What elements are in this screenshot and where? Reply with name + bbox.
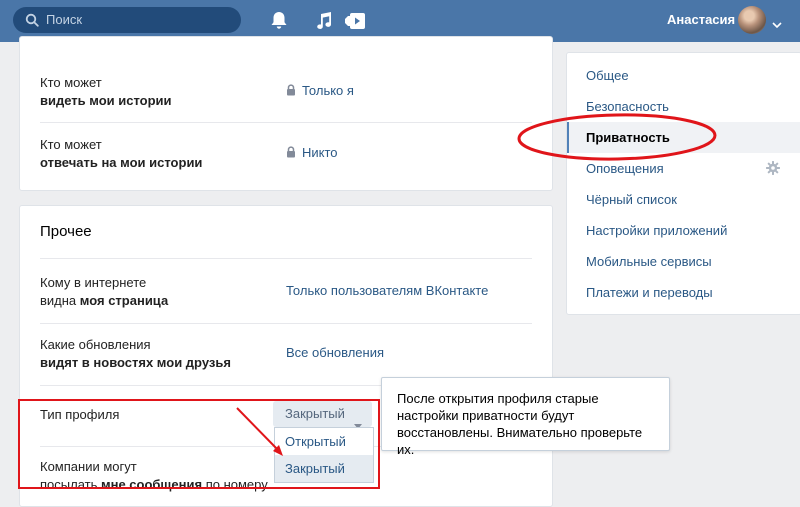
sidebar-item-blacklist[interactable]: Чёрный список xyxy=(567,184,800,215)
news-updates-label: Какие обновления видят в новостях мои др… xyxy=(40,337,231,370)
chevron-down-icon[interactable] xyxy=(772,17,782,32)
stories-reply-value[interactable]: Никто xyxy=(286,145,338,161)
companies-messages-label: Компании могут посылать мне сообщения по… xyxy=(40,459,268,492)
section-title: Прочее xyxy=(40,223,92,240)
divider xyxy=(40,122,532,123)
privacy-stories-card: Кто может видеть мои истории Только я Кт… xyxy=(19,36,553,191)
search-icon xyxy=(25,13,39,30)
page-visibility-value[interactable]: Только пользователям ВКонтакте xyxy=(286,283,488,298)
profile-type-select[interactable]: Закрытый xyxy=(273,401,372,429)
lock-icon xyxy=(286,84,296,99)
sidebar-item-app-settings[interactable]: Настройки приложений xyxy=(567,215,800,246)
settings-sidebar: Общее Безопасность Приватность Оповещени… xyxy=(566,52,800,315)
sidebar-item-general[interactable]: Общее xyxy=(567,60,800,91)
profile-type-label: Тип профиля xyxy=(40,407,120,422)
option-open[interactable]: Открытый xyxy=(275,428,373,455)
sidebar-item-payments[interactable]: Платежи и переводы xyxy=(567,277,800,308)
stories-reply-label: Кто может отвечать на мои истории xyxy=(40,137,203,170)
search-placeholder: Поиск xyxy=(46,12,83,27)
bell-icon[interactable] xyxy=(270,11,288,34)
sidebar-item-mobile-services[interactable]: Мобильные сервисы xyxy=(567,246,800,277)
user-name[interactable]: Анастасия xyxy=(667,12,735,27)
news-updates-value[interactable]: Все обновления xyxy=(286,345,384,360)
stories-view-value[interactable]: Только я xyxy=(286,83,354,99)
option-closed[interactable]: Закрытый xyxy=(275,455,373,482)
sidebar-item-privacy[interactable]: Приватность xyxy=(567,122,800,153)
divider xyxy=(40,323,532,324)
page-visibility-label: Кому в интернете видна моя страница xyxy=(40,275,169,308)
stories-view-label: Кто может видеть мои истории xyxy=(40,75,172,108)
tooltip-text: После открытия профиля старые настройки … xyxy=(397,391,643,457)
search-input[interactable]: Поиск xyxy=(13,7,241,33)
profile-type-tooltip: После открытия профиля старые настройки … xyxy=(381,377,670,457)
divider xyxy=(40,258,532,259)
sidebar-item-security[interactable]: Безопасность xyxy=(567,91,800,122)
music-icon[interactable] xyxy=(315,11,333,34)
profile-type-dropdown: Открытый Закрытый xyxy=(274,427,374,483)
video-icon[interactable] xyxy=(344,11,366,34)
lock-icon xyxy=(286,146,296,161)
avatar[interactable] xyxy=(738,6,766,34)
profile-type-selected: Закрытый xyxy=(285,406,345,421)
gear-icon[interactable] xyxy=(766,161,780,178)
